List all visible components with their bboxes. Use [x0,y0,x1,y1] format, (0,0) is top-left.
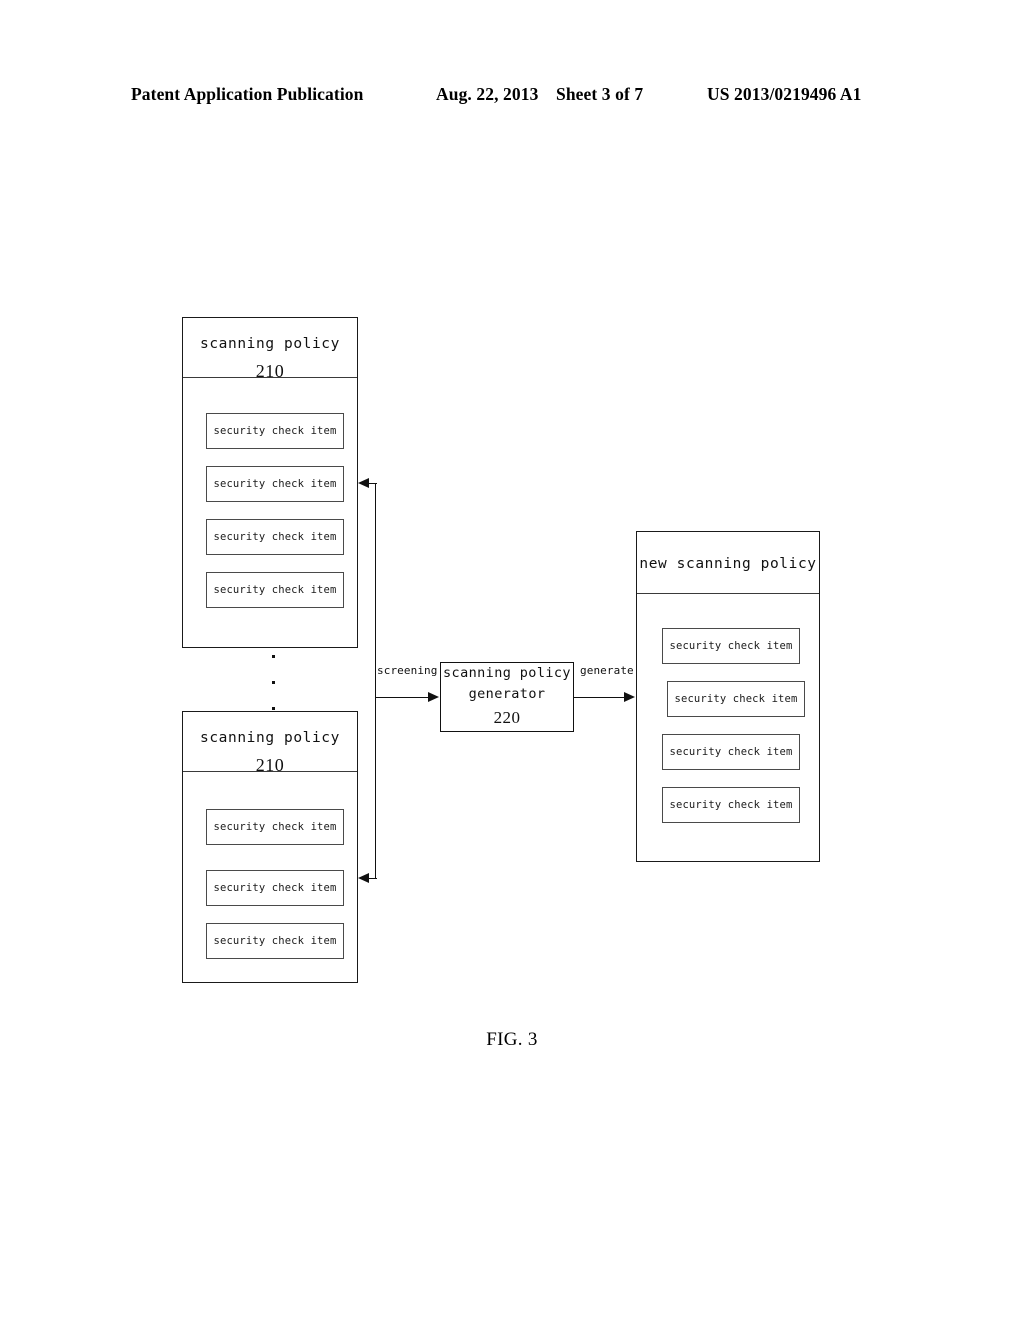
generate-connector-line [574,697,625,698]
screening-arrowhead [428,692,439,702]
screening-edge-label: screening [377,664,438,677]
scanning-policy-generator-box: scanning policy generator 220 [440,662,574,732]
scanning-policy-top-body: security check item security check item … [183,378,357,649]
security-check-item: security check item [206,413,344,449]
generator-title-line-2: generator [468,685,546,702]
new-scanning-policy-body: security check item security check item … [637,594,819,863]
new-scanning-policy-title: new scanning policy [637,532,819,594]
screening-connector-line [375,697,429,698]
security-check-item: security check item [662,787,800,823]
figure-diagram: scanning policy 210 security check item … [0,0,1024,1320]
new-scanning-policy-title-text: new scanning policy [639,556,817,572]
bottom-policy-feed-line [369,878,377,879]
ellipsis-dot [272,707,275,710]
new-scanning-policy-box: new scanning policy security check item … [636,531,820,862]
security-check-item: security check item [662,628,800,664]
screening-trunk-lower [375,697,376,879]
security-check-item: security check item [206,572,344,608]
ellipsis-dot [272,681,275,684]
scanning-policy-bottom-body: security check item security check item … [183,772,357,984]
security-check-item: security check item [206,923,344,959]
scanning-policy-top-box: scanning policy 210 security check item … [182,317,358,648]
figure-caption: FIG. 3 [486,1029,538,1050]
generator-ref: 220 [493,707,521,727]
vertical-ellipsis [272,655,282,713]
generate-edge-label: generate [580,664,634,677]
scanning-policy-bottom-title: scanning policy 210 [183,712,357,775]
security-check-item: security check item [662,734,800,770]
security-check-item: security check item [206,519,344,555]
generate-arrowhead [624,692,635,702]
screening-trunk-upper [375,483,376,698]
scanning-policy-bottom-title-text: scanning policy [200,730,340,746]
security-check-item: security check item [667,681,805,717]
security-check-item: security check item [206,870,344,906]
scanning-policy-top-title-text: scanning policy [200,336,340,352]
top-policy-feed-line [369,483,377,484]
ellipsis-dot [272,655,275,658]
scanning-policy-top-title: scanning policy 210 [183,318,357,381]
bottom-policy-arrowhead [358,873,369,883]
top-policy-arrowhead [358,478,369,488]
security-check-item: security check item [206,809,344,845]
scanning-policy-bottom-box: scanning policy 210 security check item … [182,711,358,983]
generator-title-line-1: scanning policy [443,664,571,681]
security-check-item: security check item [206,466,344,502]
